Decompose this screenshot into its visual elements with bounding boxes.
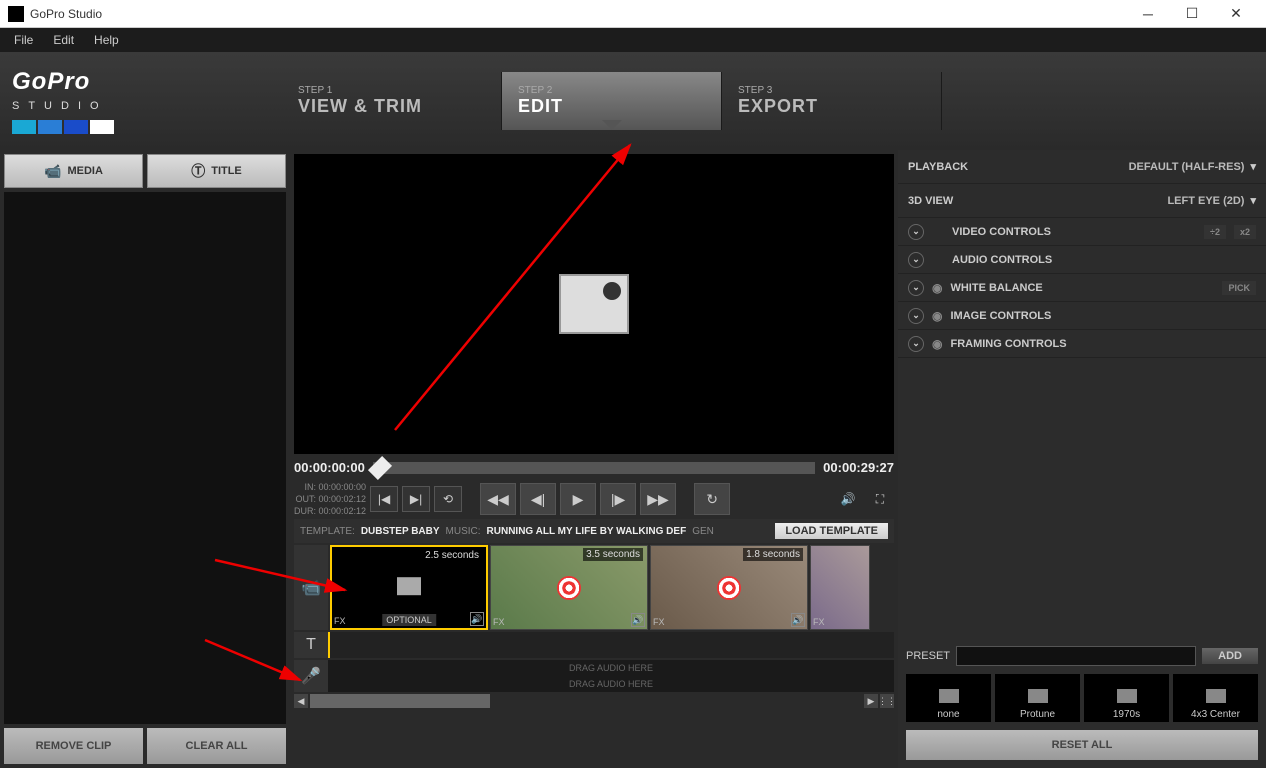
- chevron-down-icon: ▾: [1250, 160, 1256, 173]
- video-track-icon[interactable]: 📹: [294, 545, 328, 630]
- fullscreen-icon[interactable]: ⛶: [866, 486, 894, 512]
- loop-button[interactable]: ↻: [694, 483, 730, 515]
- fast-forward-button[interactable]: ▶▶: [640, 483, 676, 515]
- clip-thumb-icon: [397, 577, 421, 595]
- target-icon: [557, 576, 581, 600]
- camera-placeholder-icon: [559, 274, 629, 334]
- tab-media[interactable]: 📹 MEDIA: [4, 154, 143, 188]
- logo-color-4: [90, 120, 114, 134]
- clip-4[interactable]: FX: [810, 545, 870, 630]
- mark-out-button[interactable]: ▶|: [402, 486, 430, 512]
- camera-icon: 📹: [44, 163, 61, 180]
- preset-none[interactable]: none: [906, 674, 991, 722]
- minimize-button[interactable]: ─: [1126, 0, 1170, 28]
- right-panel: PLAYBACK DEFAULT (HALF-RES) ▾ 3D VIEW LE…: [898, 150, 1266, 768]
- eye-icon[interactable]: ◉: [932, 337, 942, 351]
- window-title: GoPro Studio: [30, 7, 1126, 21]
- load-template-button[interactable]: LOAD TEMPLATE: [775, 523, 888, 539]
- expand-icon[interactable]: ⌄: [908, 308, 924, 324]
- video-track[interactable]: 2.5 seconds FX OPTIONAL 🔊 3.5 seconds FX…: [330, 545, 870, 630]
- preset-1970s[interactable]: 1970s: [1084, 674, 1169, 722]
- logo-sub: STUDIO: [12, 100, 152, 112]
- header: GoPro STUDIO STEP 1 VIEW & TRIM STEP 2 E…: [0, 52, 1266, 150]
- expand-icon[interactable]: ⌄: [908, 280, 924, 296]
- left-panel: 📹 MEDIA Ⓣ TITLE REMOVE CLIP CLEAR ALL: [0, 150, 290, 768]
- timeline-scroll-left[interactable]: ◀: [294, 694, 308, 708]
- clip-3[interactable]: 1.8 seconds FX 🔊: [650, 545, 808, 630]
- white-balance-row[interactable]: ⌄ ◉ WHITE BALANCE PICK: [898, 274, 1266, 302]
- volume-icon[interactable]: 🔊: [834, 486, 862, 512]
- center-panel: 00:00:00:00 00:00:29:27 IN: 00:00:00:00 …: [290, 150, 898, 768]
- audio-track-icon[interactable]: 🎤: [294, 660, 328, 692]
- close-button[interactable]: ✕: [1214, 0, 1258, 28]
- clip-1[interactable]: 2.5 seconds FX OPTIONAL 🔊: [330, 545, 488, 630]
- window-titlebar: GoPro Studio ─ ☐ ✕: [0, 0, 1266, 28]
- title-track[interactable]: [328, 632, 894, 658]
- media-bin[interactable]: [4, 192, 286, 724]
- image-controls-row[interactable]: ⌄ ◉ IMAGE CONTROLS: [898, 302, 1266, 330]
- time-total: 00:00:29:27: [823, 460, 894, 475]
- maximize-button[interactable]: ☐: [1170, 0, 1214, 28]
- time-current: 00:00:00:00: [294, 460, 365, 475]
- target-icon: [717, 576, 741, 600]
- logo-color-2: [38, 120, 62, 134]
- logo-color-3: [64, 120, 88, 134]
- logo-brand: GoPro: [12, 68, 152, 96]
- trim-info: IN: 00:00:00:00 OUT: 00:00:02:12 DUR: 00…: [294, 481, 366, 517]
- preset-add-button[interactable]: ADD: [1202, 648, 1258, 664]
- audio-track-2[interactable]: DRAG AUDIO HERE: [328, 676, 894, 692]
- mark-in-button[interactable]: |◀: [370, 486, 398, 512]
- menu-file[interactable]: File: [4, 31, 43, 49]
- clip-sound-icon[interactable]: 🔊: [791, 613, 805, 627]
- video-preview[interactable]: [294, 154, 894, 454]
- view3d-row[interactable]: 3D VIEW LEFT EYE (2D) ▾: [898, 184, 1266, 218]
- audio-track-1[interactable]: DRAG AUDIO HERE: [328, 660, 894, 676]
- clip-2[interactable]: 3.5 seconds FX 🔊: [490, 545, 648, 630]
- template-bar: TEMPLATE: DUBSTEP BABY MUSIC: RUNNING AL…: [294, 519, 894, 543]
- preset-label: PRESET: [906, 650, 950, 662]
- loop-section-button[interactable]: ⟲: [434, 486, 462, 512]
- preset-input[interactable]: [956, 646, 1196, 666]
- logo: GoPro STUDIO: [12, 68, 152, 134]
- expand-icon[interactable]: ⌄: [908, 336, 924, 352]
- logo-color-1: [12, 120, 36, 134]
- video-controls-row[interactable]: ⌄ VIDEO CONTROLS ÷2 x2: [898, 218, 1266, 246]
- rewind-button[interactable]: ◀◀: [480, 483, 516, 515]
- preset-4x3-center[interactable]: 4x3 Center: [1173, 674, 1258, 722]
- preset-protune[interactable]: Protune: [995, 674, 1080, 722]
- timeline-scroll-thumb[interactable]: [310, 694, 490, 708]
- eye-icon[interactable]: ◉: [932, 281, 942, 295]
- step-forward-button[interactable]: |▶: [600, 483, 636, 515]
- app-icon: [8, 6, 24, 22]
- step-back-button[interactable]: ◀|: [520, 483, 556, 515]
- clip-sound-icon[interactable]: 🔊: [631, 613, 645, 627]
- reset-all-button[interactable]: RESET ALL: [906, 730, 1258, 760]
- eye-icon[interactable]: ◉: [932, 309, 942, 323]
- scrub-handle[interactable]: [368, 455, 392, 479]
- timeline-scroll-right[interactable]: ▶: [864, 694, 878, 708]
- menu-help[interactable]: Help: [84, 31, 129, 49]
- audio-controls-row[interactable]: ⌄ AUDIO CONTROLS: [898, 246, 1266, 274]
- expand-icon[interactable]: ⌄: [908, 224, 924, 240]
- framing-controls-row[interactable]: ⌄ ◉ FRAMING CONTROLS: [898, 330, 1266, 358]
- step-edit[interactable]: STEP 2 EDIT: [502, 72, 722, 130]
- playback-row[interactable]: PLAYBACK DEFAULT (HALF-RES) ▾: [898, 150, 1266, 184]
- remove-clip-button[interactable]: REMOVE CLIP: [4, 728, 143, 764]
- step-view-trim[interactable]: STEP 1 VIEW & TRIM: [282, 72, 502, 130]
- tab-title[interactable]: Ⓣ TITLE: [147, 154, 286, 188]
- title-track-icon[interactable]: T: [294, 632, 328, 658]
- expand-icon[interactable]: ⌄: [908, 252, 924, 268]
- chevron-down-icon: ▾: [1250, 194, 1256, 207]
- menu-edit[interactable]: Edit: [43, 31, 84, 49]
- scrubber[interactable]: [373, 462, 815, 474]
- clip-sound-icon[interactable]: 🔊: [470, 612, 484, 626]
- step-export[interactable]: STEP 3 EXPORT: [722, 72, 942, 130]
- timeline-zoom-icon[interactable]: ⋮⋮: [880, 694, 894, 708]
- timeline-scrollbar[interactable]: [310, 694, 862, 708]
- transport-controls: IN: 00:00:00:00 OUT: 00:00:02:12 DUR: 00…: [294, 481, 894, 517]
- menu-bar: File Edit Help: [0, 28, 1266, 52]
- clear-all-button[interactable]: CLEAR ALL: [147, 728, 286, 764]
- play-button[interactable]: ▶: [560, 483, 596, 515]
- title-icon: Ⓣ: [191, 161, 205, 181]
